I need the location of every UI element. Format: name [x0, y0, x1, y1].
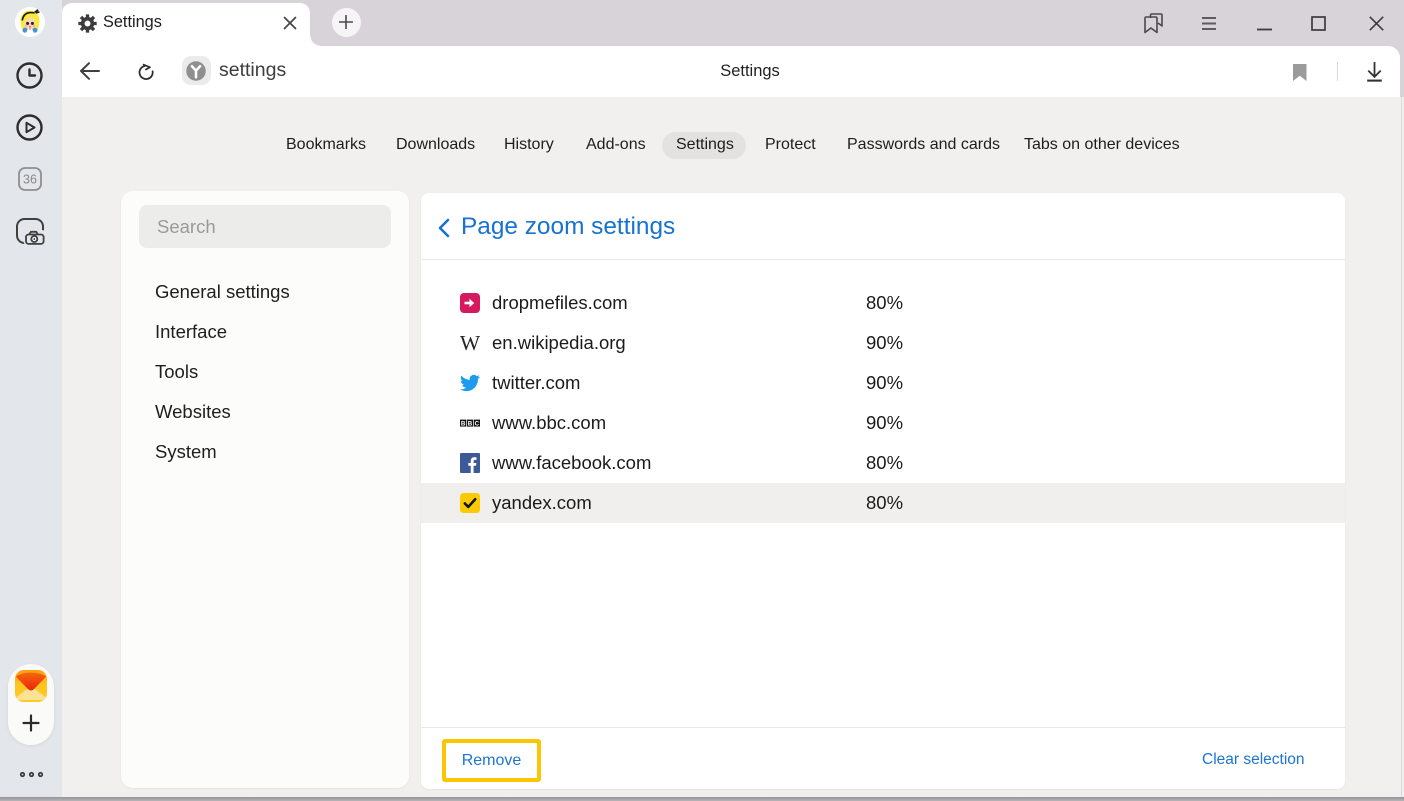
- svg-text:B: B: [468, 420, 473, 427]
- svg-text:W: W: [460, 333, 480, 353]
- svg-text:C: C: [475, 420, 480, 427]
- svg-text:36: 36: [23, 173, 37, 187]
- svg-text:B: B: [461, 420, 466, 427]
